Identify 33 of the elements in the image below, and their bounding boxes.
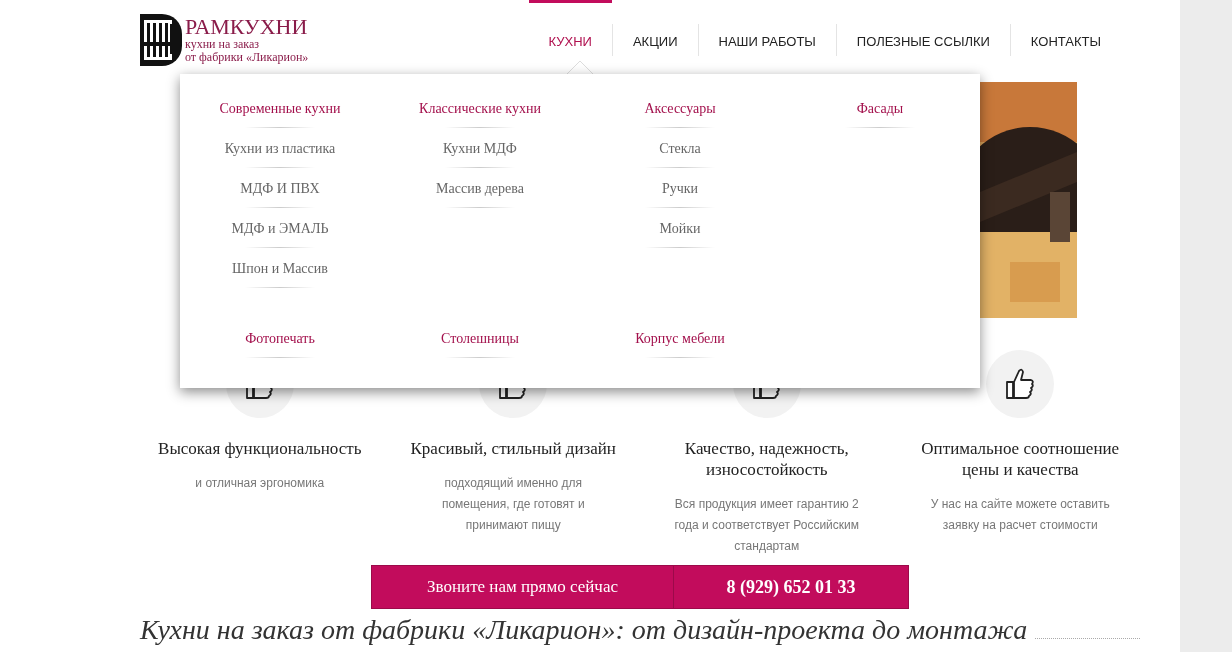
menu-heading[interactable]: Классические кухни	[419, 100, 541, 118]
feature-text: У нас на сайте можете оставить заявку на расчет стоимости	[929, 496, 1111, 534]
menu-heading[interactable]: Столешницы	[441, 330, 519, 348]
menu-item[interactable]: Мойки	[659, 220, 701, 238]
menu-item[interactable]: Стекла	[659, 140, 701, 158]
phone-link[interactable]: 8 (929) 652 01 33	[674, 566, 908, 608]
feature-text: Вся продукция имеет гарантию 2 года и соответствует Российским стандартам	[673, 496, 860, 555]
logo-subtitle: от фабрики «Ликарион»	[185, 51, 309, 64]
feature-title: Высокая функциональность	[157, 438, 363, 459]
menu-item[interactable]: Кухни МДФ	[443, 140, 517, 158]
menu-heading[interactable]: Фотопечать	[245, 330, 315, 348]
menu-item[interactable]: Массив дерева	[436, 180, 524, 198]
menu-item[interactable]: Шпон и Массив	[232, 260, 328, 278]
feature-title: Красивый, стильный дизайн	[409, 438, 617, 459]
menu-heading[interactable]: Современные кухни	[219, 100, 341, 118]
menu-item[interactable]: МДФ И ПВХ	[240, 180, 320, 198]
logo-subtitle: кухни на заказ	[185, 38, 261, 51]
nav-item[interactable]: КОНТАКТЫ	[1010, 0, 1121, 80]
logo-icon	[140, 14, 182, 66]
menu-heading[interactable]: Фасады	[856, 100, 904, 118]
menu-heading[interactable]: Корпус мебели	[635, 330, 725, 348]
feature-text: подходящий именно для помещения, где готовят и принимают пищу	[440, 475, 586, 534]
menu-item[interactable]: Кухни из пластика	[224, 140, 336, 158]
menu-heading[interactable]: Аксессуары	[644, 100, 716, 118]
logo-title: РАМКУХНИ	[185, 16, 309, 38]
feature-title: Качество, надежность, износостойкость	[683, 438, 850, 480]
thumbs-up-icon	[1005, 367, 1036, 401]
menu-item[interactable]: Ручки	[661, 180, 699, 198]
menu-item[interactable]: МДФ и ЭМАЛЬ	[231, 220, 329, 238]
feature-text: и отличная эргономика	[194, 475, 326, 492]
feature-title: Оптимальное соотношение цены и качества	[920, 438, 1121, 480]
page-headline: Кухни на заказ от фабрики «Ликарион»: от дизайн-проекта до монтажа	[140, 615, 1028, 645]
call-label: Звоните нам прямо сейчас	[372, 566, 674, 608]
